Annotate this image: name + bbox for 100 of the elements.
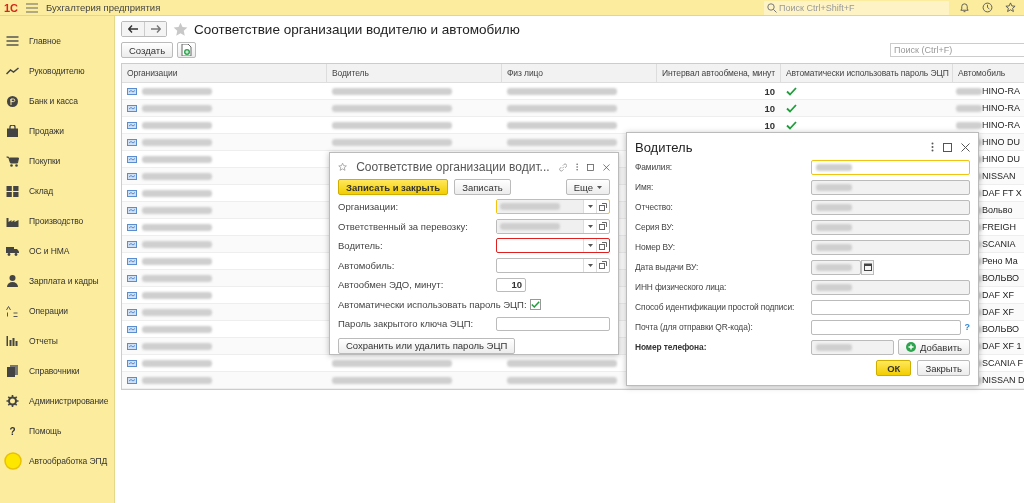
input-field[interactable] bbox=[811, 259, 861, 275]
card-icon bbox=[127, 138, 137, 146]
redacted-text bbox=[500, 203, 560, 211]
input-field[interactable] bbox=[811, 219, 970, 235]
close-button[interactable]: Закрыть bbox=[917, 360, 970, 376]
input-field[interactable] bbox=[811, 159, 970, 175]
redacted-text bbox=[816, 283, 852, 291]
person-icon bbox=[6, 275, 19, 287]
redacted-text bbox=[142, 189, 212, 197]
save-and-close-button[interactable]: Записать и закрыть bbox=[338, 179, 449, 195]
input-field[interactable] bbox=[811, 339, 894, 355]
sidebar-item[interactable]: Зарплата и кадры bbox=[0, 266, 114, 296]
coin-icon bbox=[6, 95, 19, 107]
sidebar-item[interactable]: ОС и НМА bbox=[0, 236, 114, 266]
sidebar-item[interactable]: Продажи bbox=[0, 116, 114, 146]
dropdown-field[interactable] bbox=[496, 218, 610, 234]
input-field[interactable]: 10 bbox=[496, 277, 526, 292]
close-icon[interactable] bbox=[961, 142, 970, 152]
star-icon[interactable] bbox=[338, 161, 348, 173]
column-header[interactable]: Автоматически использовать пароль ЭЦП bbox=[781, 64, 953, 82]
redacted-text bbox=[142, 274, 212, 282]
back-arrow-icon bbox=[128, 25, 138, 33]
field-label: Автомобиль: bbox=[338, 259, 396, 271]
input-field[interactable] bbox=[811, 199, 970, 215]
field-label: ИНН физического лица: bbox=[635, 282, 728, 292]
card-icon bbox=[127, 121, 137, 129]
sidebar-item[interactable]: ? Помощь bbox=[0, 416, 114, 446]
column-header[interactable]: Водитель bbox=[327, 64, 502, 82]
card-icon bbox=[127, 240, 137, 248]
card-icon bbox=[127, 376, 137, 384]
close-icon[interactable] bbox=[603, 162, 610, 172]
input-field[interactable] bbox=[811, 279, 970, 295]
field-label: Дата выдачи ВУ: bbox=[635, 262, 700, 272]
field-label: Фамилия: bbox=[635, 162, 674, 172]
field-label: Ответственный за перевозку: bbox=[338, 220, 469, 232]
card-icon bbox=[127, 189, 137, 197]
more-icon[interactable] bbox=[931, 142, 934, 152]
input-field[interactable] bbox=[811, 299, 970, 315]
redacted-text bbox=[142, 172, 212, 180]
back-button[interactable] bbox=[122, 22, 144, 36]
table-cell: Рено Ма bbox=[982, 256, 1018, 266]
column-header[interactable]: Автомобиль bbox=[953, 64, 1024, 82]
maximize-icon[interactable] bbox=[587, 162, 595, 172]
app-title: Бухгалтерия предприятия bbox=[46, 2, 161, 13]
dropdown-field[interactable] bbox=[496, 199, 610, 215]
dropdown-field[interactable] bbox=[496, 257, 610, 273]
input-field[interactable] bbox=[811, 179, 970, 195]
document-add-icon bbox=[181, 44, 193, 56]
sidebar-item[interactable]: Главное bbox=[0, 26, 114, 56]
sidebar-item[interactable]: Автообработка ЭПД bbox=[0, 446, 114, 476]
column-header[interactable]: Организации bbox=[122, 64, 327, 82]
redacted-text bbox=[142, 121, 212, 129]
sidebar-item[interactable]: Руководителю bbox=[0, 56, 114, 86]
star-icon[interactable] bbox=[173, 21, 188, 37]
more-icon[interactable] bbox=[576, 162, 579, 172]
table-cell: HINO-RA bbox=[982, 103, 1020, 113]
checkbox[interactable] bbox=[529, 298, 541, 310]
column-header[interactable]: Интервал автообмена, минут bbox=[657, 64, 781, 82]
sidebar-item[interactable]: Склад bbox=[0, 176, 114, 206]
input-field[interactable] bbox=[496, 316, 610, 331]
sidebar-item[interactable]: Производство bbox=[0, 206, 114, 236]
redacted-text bbox=[142, 376, 212, 384]
menu-icon bbox=[6, 36, 19, 46]
ok-button[interactable]: ОК bbox=[876, 360, 912, 376]
sidebar-item[interactable]: Администрирование bbox=[0, 386, 114, 416]
bell-icon[interactable] bbox=[959, 2, 970, 13]
card-icon bbox=[127, 291, 137, 299]
operations-icon bbox=[6, 305, 19, 317]
add-button[interactable]: Добавить bbox=[898, 339, 970, 355]
field-label: Почта (для отправки QR-кода): bbox=[635, 322, 754, 332]
input-field[interactable] bbox=[811, 319, 961, 335]
save-password-button[interactable]: Сохранить или удалить пароль ЭЦП bbox=[338, 337, 516, 354]
field-label: Водитель: bbox=[338, 240, 384, 252]
link-icon[interactable] bbox=[558, 161, 567, 173]
grid-icon bbox=[6, 185, 19, 197]
column-header[interactable]: Физ лицо bbox=[502, 64, 657, 82]
help-link[interactable]: ? bbox=[964, 322, 970, 332]
menu-icon[interactable] bbox=[26, 2, 39, 13]
card-icon bbox=[127, 87, 137, 95]
save-button[interactable]: Записать bbox=[454, 179, 511, 195]
sidebar-item[interactable]: Покупки bbox=[0, 146, 114, 176]
table-cell: 10 bbox=[764, 119, 775, 131]
input-field[interactable] bbox=[811, 239, 970, 255]
sidebar-item[interactable]: Справочники bbox=[0, 356, 114, 386]
add-document-button[interactable] bbox=[177, 42, 197, 58]
star-icon[interactable] bbox=[1005, 2, 1016, 13]
sidebar-item[interactable]: Операции bbox=[0, 296, 114, 326]
more-button[interactable]: Еще bbox=[565, 179, 610, 195]
sidebar-item[interactable]: Отчеты bbox=[0, 326, 114, 356]
create-button[interactable]: Создать bbox=[121, 42, 174, 58]
maximize-icon[interactable] bbox=[943, 142, 952, 152]
caret-icon bbox=[587, 205, 593, 209]
redacted-text bbox=[142, 240, 212, 248]
bar-chart-icon bbox=[6, 336, 19, 346]
calendar-button[interactable] bbox=[861, 259, 874, 275]
dropdown-field[interactable] bbox=[496, 238, 610, 254]
table-cell: Вольво bbox=[982, 205, 1013, 215]
sidebar-item[interactable]: Банк и касса bbox=[0, 86, 114, 116]
table-cell: SCANIA bbox=[982, 239, 1016, 249]
history-icon[interactable] bbox=[982, 2, 993, 13]
